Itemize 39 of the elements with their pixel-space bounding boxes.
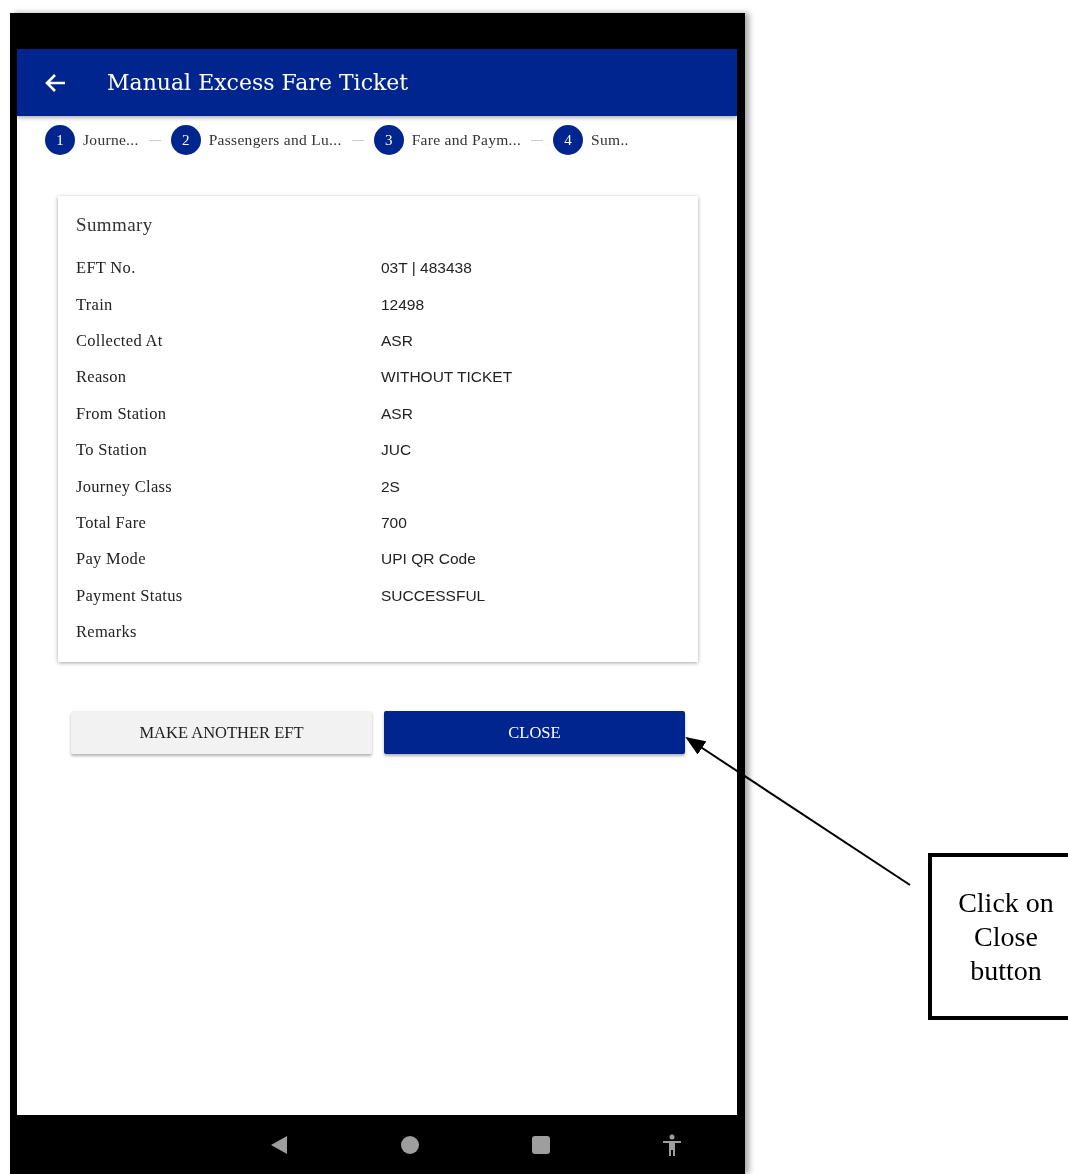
- card-title: Summary: [76, 214, 154, 236]
- step-number: 3: [373, 125, 404, 155]
- home-circle-icon[interactable]: [401, 1135, 420, 1154]
- back-arrow-icon[interactable]: [45, 72, 67, 93]
- field-value: 700: [381, 513, 408, 532]
- field-label: EFT No.: [76, 258, 137, 279]
- field-label: Reason: [76, 367, 128, 388]
- recents-square-icon[interactable]: [531, 1135, 550, 1154]
- field-value: WITHOUT TICKET: [381, 368, 514, 387]
- make-another-button[interactable]: MAKE ANOTHER EFT: [71, 711, 372, 755]
- field-label: To Station: [76, 440, 149, 461]
- accessibility-icon[interactable]: [661, 1133, 682, 1156]
- field-value: ASR: [381, 404, 414, 423]
- step-number: 2: [170, 125, 201, 155]
- screen-title: Manual Excess Fare Ticket: [107, 70, 409, 95]
- field-label: Pay Mode: [76, 549, 147, 570]
- field-value: JUC: [381, 441, 413, 460]
- field-label: Journey Class: [76, 476, 174, 497]
- field-value: UPI QR Code: [381, 550, 477, 569]
- step-number: 4: [553, 125, 584, 155]
- step-label[interactable]: Fare and Paym...: [411, 131, 522, 149]
- field-value: 12498: [381, 295, 426, 314]
- back-triangle-icon[interactable]: [270, 1134, 289, 1155]
- field-label: Remarks: [76, 622, 138, 643]
- field-label: Train: [76, 294, 114, 315]
- step-label[interactable]: Sum..: [591, 131, 629, 149]
- field-value: SUCCESSFUL: [381, 586, 487, 605]
- field-value: 03T | 483438: [381, 259, 473, 278]
- close-button[interactable]: CLOSE: [384, 711, 685, 755]
- field-value: 2S: [381, 477, 401, 496]
- field-label: From Station: [76, 403, 168, 424]
- field-value: ASR: [381, 331, 414, 350]
- field-label: Collected At: [76, 330, 164, 351]
- field-label: Total Fare: [76, 512, 148, 533]
- field-label: Payment Status: [76, 585, 184, 606]
- step-label[interactable]: Passengers and Lu...: [208, 131, 342, 149]
- step-label[interactable]: Journe...: [83, 131, 139, 149]
- callout-text: Click on Close button: [957, 885, 1055, 988]
- step-number: 1: [45, 125, 75, 155]
